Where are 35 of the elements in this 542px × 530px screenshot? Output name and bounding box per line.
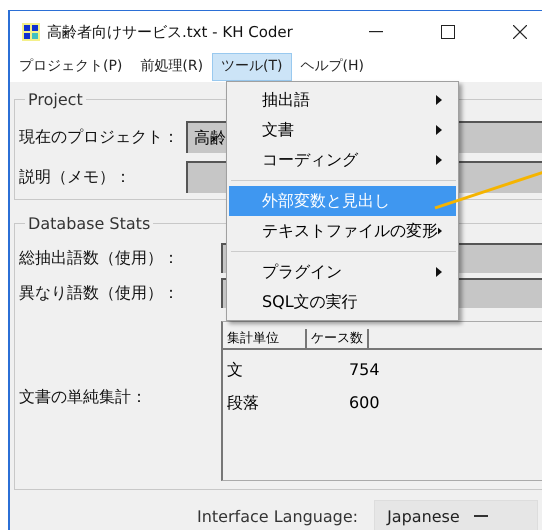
menu-item[interactable]: プロジェクト(P) (10, 53, 132, 81)
maximize-icon (441, 25, 455, 39)
field-label: 説明（メモ）： (19, 166, 132, 188)
submenu-arrow-icon (436, 155, 442, 165)
table-cell-text: 754 (349, 359, 380, 381)
column-header[interactable]: 集計単位 (223, 329, 307, 348)
field-label: 現在のプロジェクト： (19, 126, 180, 148)
menu-item[interactable]: コーディング (229, 145, 456, 175)
menu-item[interactable]: ヘルプ(H) (292, 53, 373, 81)
group-label: Project (27, 90, 84, 109)
table-cell-text: 段落 (227, 392, 260, 414)
close-icon (513, 25, 527, 39)
table-label: 文書の単純集計： (19, 386, 148, 408)
submenu-arrow-icon (438, 226, 442, 236)
column-header[interactable]: ケース数 (307, 329, 369, 348)
group-label: Database Stats (27, 214, 152, 233)
submenu-arrow-icon (436, 267, 442, 277)
table-cell-text: 600 (349, 392, 380, 414)
menu-item[interactable]: 抽出語 (229, 85, 456, 115)
menu-item[interactable]: ツール(T) (212, 53, 292, 81)
language-dropdown[interactable]: Japanese (374, 500, 538, 530)
menu-item[interactable]: 文書 (229, 115, 456, 145)
minimize-icon (369, 31, 383, 33)
field-label: 異なり語数（使用）： (19, 282, 180, 304)
menu-item[interactable]: プラグイン (229, 257, 456, 287)
language-label: Interface Language: (197, 506, 358, 526)
menu-item[interactable]: 前処理(R) (131, 53, 212, 81)
field-label: 総抽出語数（使用）： (19, 248, 180, 268)
submenu-arrow-icon (436, 95, 442, 105)
window-title: 高齢者向けサービス.txt - KH Coder (47, 22, 293, 42)
submenu-arrow-icon (436, 125, 442, 135)
menu-item[interactable]: SQL文の実行 (229, 287, 456, 317)
app-icon (22, 23, 40, 41)
menu-item[interactable]: テキストファイルの変形 (229, 216, 456, 246)
table-cell-text: 文 (227, 359, 244, 381)
